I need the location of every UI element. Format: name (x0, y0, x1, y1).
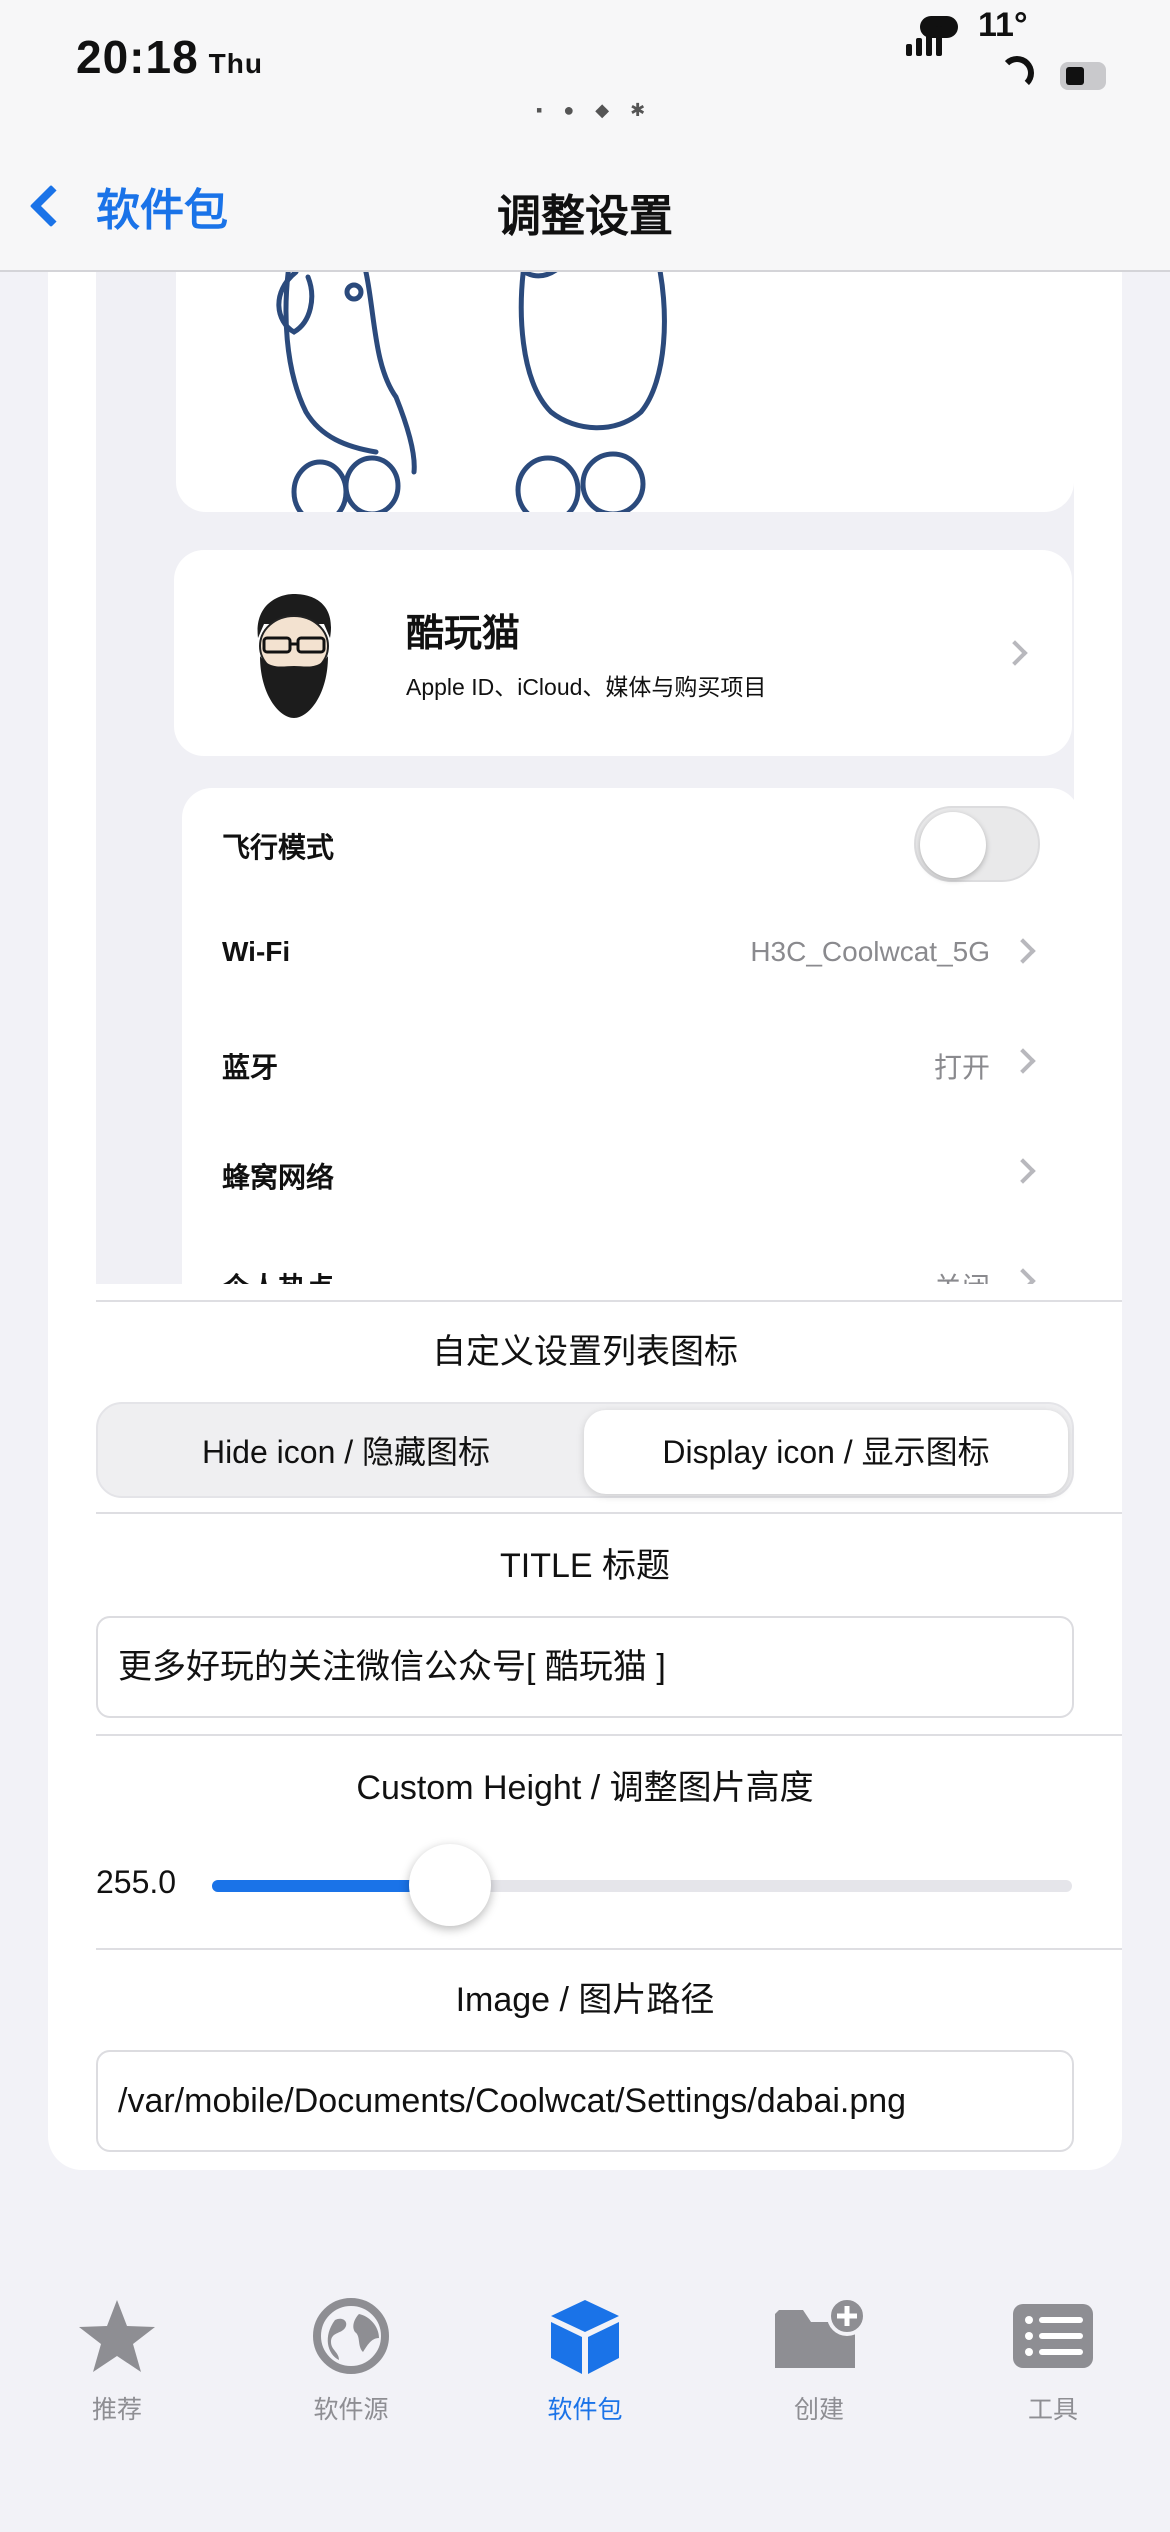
divider (96, 1734, 1122, 1736)
tab-create[interactable]: 创建 (702, 2270, 936, 2430)
row-label: 蜂窝网络 (222, 1162, 335, 1193)
apple-id-name: 酷玩猫 (406, 613, 521, 655)
status-indicators: 11° (890, 6, 1110, 96)
divider (96, 1512, 1122, 1514)
star-icon (79, 2300, 155, 2372)
apple-id-subtitle: Apple ID、iCloud、媒体与购买项目 (406, 674, 767, 700)
row-value: 关闭 (934, 1266, 990, 1284)
status-time: 20:18 Thu (76, 31, 263, 83)
height-slider[interactable] (212, 1844, 1072, 1926)
chevron-right-icon (1010, 938, 1036, 964)
divider (96, 1300, 1122, 1302)
settings-row-hotspot[interactable]: 个人热点 关闭 (182, 1228, 1074, 1284)
apple-id-card[interactable]: 酷玩猫 Apple ID、iCloud、媒体与购买项目 (174, 550, 1072, 756)
row-label: Wi-Fi (222, 936, 291, 967)
row-label: 个人热点 (222, 1266, 334, 1284)
page-title: 调整设置 (497, 192, 673, 241)
settings-row-wifi[interactable]: Wi-Fi H3C_Coolwcat_5G (182, 898, 1074, 1008)
temperature: 11° (978, 6, 1028, 44)
tab-packages[interactable]: 软件包 (468, 2270, 702, 2430)
height-section-label: Custom Height / 调整图片高度 (356, 1769, 814, 1807)
row-label: 蓝牙 (222, 1052, 279, 1083)
tab-tools[interactable]: 工具 (936, 2270, 1170, 2430)
chevron-right-icon (1002, 640, 1028, 666)
tab-recommend[interactable]: 推荐 (0, 2270, 234, 2430)
height-value: 255.0 (96, 1864, 177, 1900)
row-label: 飞行模式 (222, 832, 335, 863)
tab-label: 推荐 (91, 2396, 142, 2424)
settings-row-airplane[interactable]: 飞行模式 (182, 788, 1074, 898)
status-day: Thu (208, 48, 263, 79)
globe-icon (313, 2298, 389, 2374)
segment-display-icon[interactable]: Display icon / 显示图标 (584, 1410, 1068, 1494)
divider (96, 1948, 1122, 1950)
list-icon (1013, 2304, 1093, 2368)
airplane-toggle[interactable] (914, 806, 1040, 882)
row-value: H3C_Coolwcat_5G (750, 936, 990, 967)
battery-icon (1060, 62, 1106, 90)
tab-label: 软件包 (547, 2396, 623, 2424)
image-preview-card (176, 272, 1074, 512)
chevron-right-icon (1010, 1158, 1036, 1184)
icon-segmented-control: Hide icon / 隐藏图标 Display icon / 显示图标 (96, 1402, 1074, 1498)
preview-area: 酷玩猫 Apple ID、iCloud、媒体与购买项目 飞行模式 Wi-Fi H… (96, 272, 1074, 1284)
package-icon (551, 2300, 619, 2374)
row-value: 打开 (933, 1052, 990, 1083)
avatar (257, 594, 332, 718)
image-path-input[interactable]: /var/mobile/Documents/Coolwcat/Settings/… (96, 2050, 1074, 2152)
title-input[interactable]: 更多好玩的关注微信公众号[ 酷玩猫 ] (96, 1616, 1074, 1718)
icon-section-title: 自定义设置列表图标 (432, 1333, 738, 1371)
tab-label: 工具 (1027, 2396, 1078, 2424)
settings-panel: 酷玩猫 Apple ID、iCloud、媒体与购买项目 飞行模式 Wi-Fi H… (48, 272, 1122, 2170)
settings-list: 飞行模式 Wi-Fi H3C_Coolwcat_5G 蓝牙 打开 蜂窝网络 个人… (182, 788, 1074, 1284)
tab-bar: 推荐 软件源 软件包 创建 工具 (0, 2270, 1170, 2470)
robot-image (276, 272, 667, 512)
chevron-right-icon (1010, 1048, 1036, 1074)
chevron-right-icon (1010, 1268, 1036, 1284)
segment-hide-icon[interactable]: Hide icon / 隐藏图标 (104, 1410, 588, 1494)
wifi-icon (1000, 56, 1034, 90)
tab-sources[interactable]: 软件源 (234, 2270, 468, 2430)
slider-thumb[interactable] (409, 1844, 492, 1926)
settings-row-cellular[interactable]: 蜂窝网络 (182, 1118, 1074, 1228)
folder-add-icon (775, 2296, 867, 2368)
tab-label: 软件源 (313, 2396, 389, 2424)
image-section-label: Image / 图片路径 (455, 1981, 715, 2019)
top-bar: 20:18 Thu 11° ▪ ● ◆ ✱ 软件包 调整设置 (0, 0, 1170, 272)
status-mini-icons: ▪ ● ◆ ✱ (536, 100, 654, 120)
settings-row-bluetooth[interactable]: 蓝牙 打开 (182, 1008, 1074, 1118)
title-section-label: TITLE 标题 (499, 1547, 671, 1585)
tab-label: 创建 (793, 2396, 844, 2424)
